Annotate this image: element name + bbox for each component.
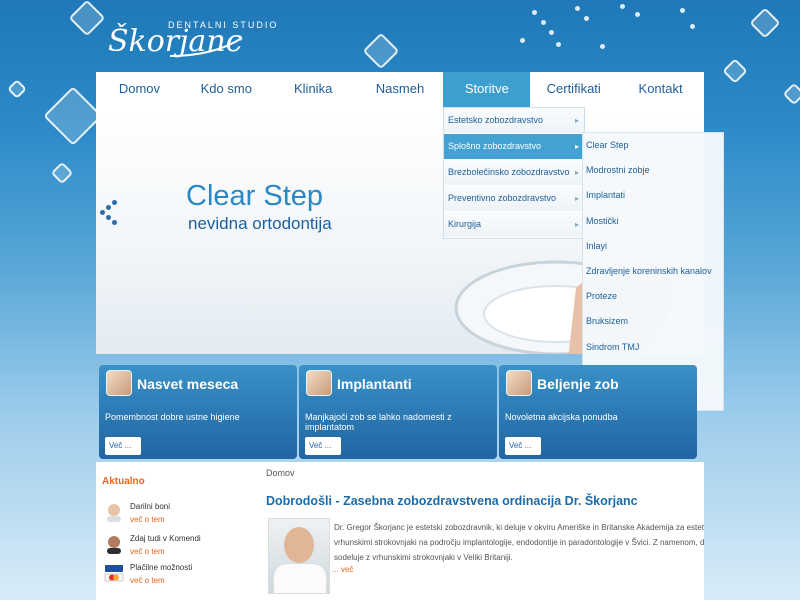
intro-line: Dr. Gregor Škorjanc je estetski zobozdra… — [334, 523, 704, 532]
main-content: Aktualno Darilni boni več o tem Zdaj tud… — [96, 462, 704, 600]
news-link[interactable]: več o tem — [130, 547, 165, 556]
page-title: Dobrodošli - Zasebna zobozdravstvena ord… — [266, 494, 638, 508]
avatar — [107, 536, 121, 554]
submenu-item[interactable]: Zdravljenje koreninskih kanalov — [583, 259, 723, 284]
credit-card-icon — [104, 565, 124, 582]
avatar — [107, 504, 121, 522]
dropdown-item-splosno[interactable]: Splošno zobozdravstvo ▸ — [444, 134, 584, 160]
hero-subtitle: nevidna ortodontija — [188, 214, 332, 233]
dropdown-item-estetsko[interactable]: Estetsko zobozdravstvo ▸ — [444, 108, 584, 134]
promo-more-button[interactable]: Več ... — [505, 437, 541, 455]
aktualno-heading: Aktualno — [102, 476, 145, 487]
nav-item-domov[interactable]: Domov — [96, 72, 183, 108]
promo-title: Implantanti — [337, 376, 412, 392]
chevron-right-icon: ▸ — [574, 142, 579, 151]
intro-text: Dr. Gregor Škorjanc je estetski zobozdra… — [334, 520, 704, 565]
chevron-right-icon: ▸ — [574, 116, 579, 125]
nav-item-nasmeh[interactable]: Nasmeh — [357, 72, 444, 108]
nav-item-certifikati[interactable]: Certifikati — [530, 72, 617, 108]
submenu-item[interactable]: Clear Step — [583, 133, 723, 158]
dropdown-item-kirurgija[interactable]: Kirurgija ▸ — [444, 212, 584, 238]
main-nav: Domov Kdo smo Klinika Nasmeh Storitve Ce… — [96, 72, 704, 108]
intro-line: vrhunskimi strokovnjaki na področju impl… — [334, 538, 704, 547]
promo-face-icon — [106, 370, 132, 396]
doctor-photo — [268, 518, 330, 594]
promo-desc: Pomembnost dobre ustne higiene — [105, 412, 240, 422]
slider-prev-icon[interactable] — [100, 200, 120, 225]
submenu-item[interactable]: Inlayi — [583, 234, 723, 259]
chevron-right-icon: ▸ — [574, 220, 579, 229]
promo-box: Beljenje zob Novoletna akcijska ponudba … — [499, 365, 697, 459]
dropdown-item-preventivno[interactable]: Preventivno zobozdravstvo ▸ — [444, 186, 584, 212]
storitve-dropdown: Estetsko zobozdravstvo ▸ Splošno zobozdra… — [443, 107, 585, 239]
submenu-item[interactable]: Mostički — [583, 209, 723, 234]
promo-box: Implantanti Manjkajoči zob se lahko nado… — [299, 365, 497, 459]
nav-item-storitve[interactable]: Storitve — [443, 72, 531, 108]
promo-desc: Manjkajoči zob se lahko nadomesti z impl… — [305, 412, 452, 432]
nav-item-klinika[interactable]: Klinika — [270, 72, 357, 108]
promo-desc: Novoletna akcijska ponudba — [505, 412, 618, 422]
dropdown-item-brezbolecinsko[interactable]: Brezbolečinsko zobozdravstvo ▸ — [444, 160, 584, 186]
breadcrumb[interactable]: Domov — [266, 468, 295, 478]
promo-title: Beljenje zob — [537, 376, 619, 392]
submenu-item[interactable]: Sindrom TMJ — [583, 335, 723, 360]
submenu-item[interactable]: Modrostni zobje — [583, 158, 723, 183]
chevron-right-icon: ▸ — [574, 168, 579, 177]
chevron-right-icon: ▸ — [574, 194, 579, 203]
news-link[interactable]: več o tem — [130, 576, 165, 585]
promo-box: Nasvet meseca Pomembnost dobre ustne hig… — [99, 365, 297, 459]
promo-smile-icon — [306, 370, 332, 396]
promo-teeth-icon — [506, 370, 532, 396]
logo-swoosh-icon — [169, 37, 243, 57]
promo-more-button[interactable]: Več ... — [105, 437, 141, 455]
submenu-item[interactable]: Bruksizem — [583, 309, 723, 334]
promo-more-button[interactable]: Več ... — [305, 437, 341, 455]
news-title: Plačilne možnosti — [130, 563, 193, 572]
read-more-link[interactable]: ... več — [332, 565, 353, 574]
submenu-item[interactable]: Implantati — [583, 183, 723, 208]
news-title: Darilni boni — [130, 502, 171, 511]
intro-line: sodeluje z vrhunskimi strokovnjaki v Vel… — [334, 553, 513, 562]
nav-item-kontakt[interactable]: Kontakt — [617, 72, 704, 108]
news-title: Zdaj tudi v Komendi — [130, 534, 201, 543]
promo-title: Nasvet meseca — [137, 376, 239, 392]
hero-title: Clear Step — [186, 180, 324, 212]
submenu-item[interactable]: Proteze — [583, 284, 723, 309]
nav-item-kdo-smo[interactable]: Kdo smo — [183, 72, 270, 108]
news-link[interactable]: več o tem — [130, 515, 165, 524]
